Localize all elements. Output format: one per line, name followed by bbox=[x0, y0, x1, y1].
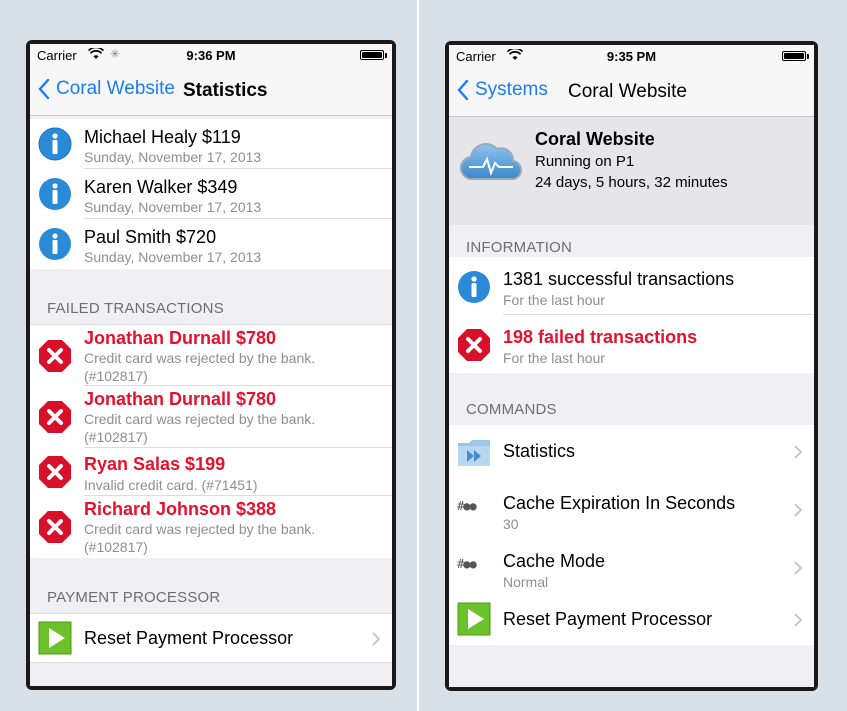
info-icon bbox=[458, 271, 490, 303]
statistics-screen: Carrier ✳ 9:36 PM Coral Website Statisti… bbox=[30, 44, 392, 686]
error-stop-icon bbox=[39, 401, 71, 433]
command-value: 30 bbox=[503, 516, 519, 532]
failed-transaction-detail: Credit card was rejected by the bank. bbox=[84, 411, 316, 427]
transaction-name: Karen Walker $349 bbox=[84, 177, 238, 197]
failed-transaction-name: Jonathan Durnall $780 bbox=[84, 328, 277, 348]
command-label: Statistics bbox=[503, 441, 576, 461]
info-title: 1381 successful transactions bbox=[503, 269, 735, 289]
failed-transaction-row[interactable]: Jonathan Durnall $780 Credit card was re… bbox=[30, 386, 392, 448]
transaction-name: Michael Healy $119 bbox=[84, 127, 241, 147]
status-bar: Carrier ✳ 9:36 PM bbox=[30, 44, 392, 64]
failed-transactions-header: FAILED TRANSACTIONS bbox=[47, 300, 224, 317]
transaction-date: Sunday, November 17, 2013 bbox=[84, 149, 262, 165]
system-detail-screen: Carrier 9:35 PM Systems Coral Website Co… bbox=[449, 45, 814, 687]
back-button[interactable]: Coral Website bbox=[38, 78, 175, 100]
info-row-successful[interactable]: 1381 successful transactions For the las… bbox=[449, 257, 814, 315]
command-cache-expiration[interactable]: #●● Cache Expiration In Seconds 30 bbox=[449, 481, 814, 539]
chevron-right-icon bbox=[794, 613, 802, 627]
command-reset-payment-processor[interactable]: Reset Payment Processor bbox=[449, 595, 814, 645]
navigation-bar: Coral Website Statistics bbox=[30, 64, 392, 116]
transaction-row[interactable]: Michael Healy $119 Sunday, November 17, … bbox=[30, 119, 392, 169]
failed-transaction-row[interactable]: Richard Johnson $388 Credit card was rej… bbox=[30, 496, 392, 558]
chevron-right-icon bbox=[794, 445, 802, 459]
failed-transaction-row[interactable]: Jonathan Durnall $780 Credit card was re… bbox=[30, 324, 392, 386]
right-phone-bezel: Carrier 9:35 PM Systems Coral Website Co… bbox=[445, 41, 818, 691]
cloud-monitor-icon bbox=[459, 143, 522, 181]
error-stop-icon bbox=[39, 340, 71, 372]
command-cache-mode[interactable]: #●● Cache Mode Normal bbox=[449, 539, 814, 595]
status-time: 9:36 PM bbox=[186, 48, 236, 63]
status-time: 9:35 PM bbox=[606, 49, 657, 64]
info-title: 198 failed transactions bbox=[503, 327, 698, 347]
command-label: Reset Payment Processor bbox=[503, 609, 713, 629]
info-icon bbox=[39, 228, 71, 260]
back-button[interactable]: Systems bbox=[457, 79, 548, 101]
transaction-name: Paul Smith $720 bbox=[84, 227, 217, 247]
system-summary: Coral Website Running on P1 24 days, 5 h… bbox=[449, 117, 814, 225]
failed-transaction-detail: Credit card was rejected by the bank. bbox=[84, 350, 316, 366]
folder-icon bbox=[458, 440, 490, 466]
chevron-left-icon bbox=[457, 80, 469, 100]
transaction-date: Sunday, November 17, 2013 bbox=[84, 249, 262, 265]
failed-transaction-ref: (#102817) bbox=[84, 429, 148, 445]
error-stop-icon bbox=[458, 329, 490, 361]
command-label: Cache Mode bbox=[503, 551, 606, 571]
back-button-label: Systems bbox=[475, 79, 548, 100]
reset-payment-processor-label: Reset Payment Processor bbox=[84, 628, 294, 648]
number-field-icon: #●● bbox=[457, 557, 477, 571]
chevron-right-icon bbox=[794, 503, 802, 517]
battery-icon bbox=[782, 51, 809, 61]
information-header: INFORMATION bbox=[466, 239, 573, 256]
status-bar: Carrier 9:35 PM bbox=[449, 45, 814, 65]
system-host: Running on P1 bbox=[535, 153, 635, 170]
info-icon bbox=[38, 127, 72, 161]
commands-header: COMMANDS bbox=[466, 401, 557, 418]
transaction-row[interactable]: Paul Smith $720 Sunday, November 17, 201… bbox=[30, 219, 392, 269]
info-icon bbox=[39, 178, 71, 210]
left-phone-bezel: Carrier ✳ 9:36 PM Coral Website Statisti… bbox=[26, 40, 396, 690]
transaction-date: Sunday, November 17, 2013 bbox=[84, 199, 262, 215]
info-subtitle: For the last hour bbox=[503, 292, 605, 308]
page-title: Statistics bbox=[183, 80, 268, 101]
chevron-right-icon bbox=[794, 561, 802, 575]
failed-transaction-name: Ryan Salas $199 bbox=[84, 454, 226, 474]
command-statistics[interactable]: Statistics bbox=[449, 425, 814, 481]
transaction-row[interactable]: Karen Walker $349 Sunday, November 17, 2… bbox=[30, 169, 392, 219]
payment-processor-header: PAYMENT PROCESSOR bbox=[47, 589, 221, 606]
failed-transaction-ref: (#102817) bbox=[84, 368, 148, 384]
failed-transaction-detail: Invalid credit card. (#71451) bbox=[84, 477, 258, 493]
failed-transaction-ref: (#102817) bbox=[84, 539, 148, 555]
battery-icon bbox=[360, 50, 387, 60]
failed-transaction-name: Jonathan Durnall $780 bbox=[84, 389, 277, 409]
command-label: Cache Expiration In Seconds bbox=[503, 493, 736, 513]
chevron-right-icon bbox=[372, 632, 380, 646]
back-button-label: Coral Website bbox=[56, 78, 175, 99]
error-stop-icon bbox=[39, 456, 71, 488]
info-subtitle: For the last hour bbox=[503, 350, 605, 366]
failed-transaction-row[interactable]: Ryan Salas $199 Invalid credit card. (#7… bbox=[30, 448, 392, 496]
system-name: Coral Website bbox=[535, 129, 655, 149]
error-stop-icon bbox=[39, 511, 71, 543]
info-row-failed[interactable]: 198 failed transactions For the last hou… bbox=[449, 315, 814, 373]
play-icon bbox=[38, 621, 72, 655]
system-uptime: 24 days, 5 hours, 32 minutes bbox=[535, 174, 728, 191]
play-icon bbox=[457, 602, 491, 636]
number-field-icon: #●● bbox=[457, 499, 477, 513]
failed-transaction-detail: Credit card was rejected by the bank. bbox=[84, 521, 316, 537]
page-title: Coral Website bbox=[568, 81, 687, 102]
failed-transaction-name: Richard Johnson $388 bbox=[84, 499, 277, 519]
command-value: Normal bbox=[503, 574, 549, 590]
navigation-bar: Systems Coral Website bbox=[449, 65, 814, 117]
reset-payment-processor-row[interactable]: Reset Payment Processor bbox=[30, 613, 392, 663]
chevron-left-icon bbox=[38, 79, 50, 99]
